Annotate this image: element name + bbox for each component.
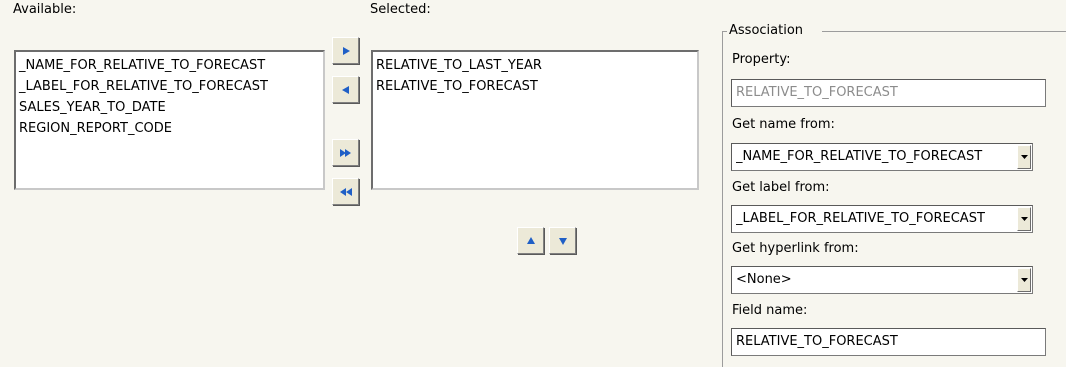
arrow-left-icon — [341, 85, 349, 94]
group-border-left — [722, 31, 723, 367]
list-item[interactable]: REGION_REPORT_CODE — [16, 118, 323, 139]
double-arrow-left-icon — [339, 187, 352, 196]
add-all-button[interactable] — [332, 139, 359, 166]
move-down-button[interactable] — [549, 227, 576, 254]
add-button[interactable] — [332, 37, 359, 64]
name-from-dropdown-button[interactable] — [1017, 145, 1031, 169]
hyperlink-from-select[interactable]: <None> — [731, 266, 1033, 294]
property-field: RELATIVE_TO_FORECAST — [731, 79, 1046, 107]
chevron-down-icon — [1020, 278, 1028, 282]
move-up-button[interactable] — [517, 227, 544, 254]
arrow-down-icon — [558, 237, 567, 245]
hyperlink-from-value: <None> — [736, 272, 792, 287]
label-from-select[interactable]: _LABEL_FOR_RELATIVE_TO_FORECAST — [731, 205, 1033, 233]
hyperlink-from-dropdown-button[interactable] — [1017, 268, 1031, 292]
name-from-select[interactable]: _NAME_FOR_RELATIVE_TO_FORECAST — [731, 143, 1033, 171]
selected-label: Selected: — [370, 2, 431, 17]
selected-listbox[interactable]: RELATIVE_TO_LAST_YEAR RELATIVE_TO_FORECA… — [371, 50, 699, 190]
name-from-label: Get name from: — [732, 117, 835, 132]
field-name-label: Field name: — [732, 303, 808, 318]
hyperlink-from-label: Get hyperlink from: — [732, 241, 859, 256]
list-item[interactable]: RELATIVE_TO_LAST_YEAR — [373, 55, 697, 76]
association-title: Association — [729, 23, 804, 38]
property-label: Property: — [732, 52, 791, 67]
label-from-dropdown-button[interactable] — [1017, 207, 1031, 231]
available-listbox[interactable]: _NAME_FOR_RELATIVE_TO_FORECAST _LABEL_FO… — [14, 50, 325, 190]
field-name-input[interactable]: RELATIVE_TO_FORECAST — [731, 328, 1046, 356]
remove-button[interactable] — [332, 76, 359, 103]
list-item[interactable]: RELATIVE_TO_FORECAST — [373, 76, 697, 97]
available-label: Available: — [13, 2, 77, 17]
chevron-down-icon — [1020, 217, 1028, 221]
label-from-label: Get label from: — [732, 180, 830, 195]
chevron-down-icon — [1020, 155, 1028, 159]
double-arrow-right-icon — [339, 148, 351, 157]
arrow-up-icon — [526, 236, 535, 244]
group-border-top-right — [822, 31, 1066, 32]
list-item[interactable]: _LABEL_FOR_RELATIVE_TO_FORECAST — [16, 76, 323, 97]
list-item[interactable]: SALES_YEAR_TO_DATE — [16, 97, 323, 118]
remove-all-button[interactable] — [332, 178, 359, 205]
list-item[interactable]: _NAME_FOR_RELATIVE_TO_FORECAST — [16, 55, 323, 76]
label-from-value: _LABEL_FOR_RELATIVE_TO_FORECAST — [736, 211, 985, 226]
name-from-value: _NAME_FOR_RELATIVE_TO_FORECAST — [736, 149, 983, 164]
arrow-right-icon — [342, 46, 350, 55]
